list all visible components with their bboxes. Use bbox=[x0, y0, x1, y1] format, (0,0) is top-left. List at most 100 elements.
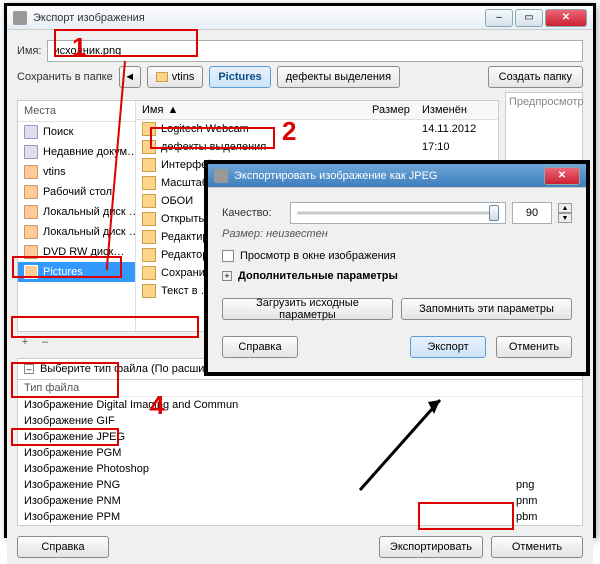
place-item[interactable]: Локальный диск … bbox=[18, 202, 135, 222]
quality-value-input[interactable] bbox=[512, 202, 552, 224]
filetype-ext bbox=[516, 399, 576, 411]
col-date[interactable]: Изменён bbox=[422, 104, 492, 116]
jpeg-options-dialog: Экспортировать изображение как JPEG ✕ Ка… bbox=[204, 160, 590, 376]
modal-title: Экспортировать изображение как JPEG bbox=[234, 170, 544, 182]
load-defaults-button[interactable]: Загрузить исходные параметры bbox=[222, 298, 393, 320]
filetype-ext bbox=[516, 447, 576, 459]
col-size[interactable]: Размер bbox=[372, 104, 422, 116]
places-panel: Места Поиск Недавние докум… vtins Рабочий с… bbox=[18, 101, 136, 331]
expander-toggle-icon: – bbox=[24, 364, 34, 374]
folder-icon bbox=[142, 284, 156, 298]
add-place-button[interactable]: + bbox=[17, 336, 33, 348]
filetype-ext: png bbox=[516, 479, 576, 491]
modal-cancel-button[interactable]: Отменить bbox=[496, 336, 572, 358]
place-label: Рабочий стол bbox=[43, 186, 112, 198]
path-segment[interactable]: vtins bbox=[147, 66, 204, 88]
filetype-ext: pbm bbox=[516, 511, 576, 523]
filetype-item[interactable]: Изображение PNGpng bbox=[18, 477, 582, 493]
window-title: Экспорт изображения bbox=[33, 12, 485, 24]
file-date: 17:10 bbox=[422, 141, 492, 153]
folder-icon bbox=[142, 212, 156, 226]
place-item[interactable]: Рабочий стол bbox=[18, 182, 135, 202]
place-label: vtins bbox=[43, 166, 66, 178]
filetype-item[interactable]: Изображение Digital Imaging and Commun bbox=[18, 397, 582, 413]
type-header-name: Тип файла bbox=[24, 382, 576, 394]
place-label: Недавние докум… bbox=[43, 146, 135, 158]
export-button[interactable]: Экспортировать bbox=[379, 536, 483, 558]
remove-place-button[interactable]: – bbox=[37, 336, 53, 348]
more-params-label[interactable]: Дополнительные параметры bbox=[238, 270, 398, 282]
filetype-name: Изображение PPM bbox=[24, 511, 516, 523]
spin-down-button[interactable]: ▼ bbox=[558, 213, 572, 223]
preview-checkbox[interactable] bbox=[222, 250, 234, 262]
folder-icon bbox=[142, 266, 156, 280]
filetype-item[interactable]: Изображение GIF bbox=[18, 413, 582, 429]
place-item[interactable]: vtins bbox=[18, 162, 135, 182]
sort-asc-icon: ▲ bbox=[167, 104, 178, 116]
filetype-item[interactable]: Изображение PGM bbox=[18, 445, 582, 461]
place-item[interactable]: Недавние докум… bbox=[18, 142, 135, 162]
file-date: 14.11.2012 bbox=[422, 123, 492, 135]
modal-titlebar[interactable]: Экспортировать изображение как JPEG ✕ bbox=[208, 164, 586, 188]
save-defaults-button[interactable]: Запомнить эти параметры bbox=[401, 298, 572, 320]
file-item[interactable]: Logitech Webcam14.11.2012 bbox=[136, 120, 498, 138]
help-button[interactable]: Справка bbox=[17, 536, 109, 558]
filetype-item[interactable]: Изображение PPMpbm bbox=[18, 509, 582, 525]
folder-icon bbox=[24, 225, 38, 239]
slider-thumb[interactable] bbox=[489, 205, 499, 221]
filetype-ext bbox=[516, 415, 576, 427]
filetype-item[interactable]: Изображение Photoshop bbox=[18, 461, 582, 477]
folder-icon bbox=[142, 248, 156, 262]
app-icon bbox=[214, 169, 228, 183]
filetype-name: Изображение PNM bbox=[24, 495, 516, 507]
place-label: Локальный диск … bbox=[43, 206, 135, 218]
folder-icon bbox=[24, 205, 38, 219]
path-segment-current[interactable]: Pictures bbox=[209, 66, 270, 88]
filetype-item[interactable]: Изображение PNMpnm bbox=[18, 493, 582, 509]
place-item[interactable]: DVD RW диск… bbox=[18, 242, 135, 262]
spin-up-button[interactable]: ▲ bbox=[558, 203, 572, 213]
folder-icon bbox=[24, 265, 38, 279]
close-button[interactable]: ✕ bbox=[545, 9, 587, 27]
place-item[interactable]: Локальный диск … bbox=[18, 222, 135, 242]
file-item[interactable]: дефекты выделения17:10 bbox=[136, 138, 498, 156]
filename-input[interactable] bbox=[47, 40, 583, 62]
more-params-toggle-icon[interactable]: + bbox=[222, 271, 232, 281]
places-header: Места bbox=[18, 101, 135, 122]
folder-icon bbox=[24, 245, 38, 259]
filesize-label: Размер: неизвестен bbox=[222, 228, 328, 240]
titlebar[interactable]: Экспорт изображения – ▭ ✕ bbox=[7, 6, 593, 30]
filetype-item[interactable]: Изображение JPEG bbox=[18, 429, 582, 445]
path-segment[interactable]: дефекты выделения bbox=[277, 66, 400, 88]
folder-icon bbox=[24, 165, 38, 179]
save-in-label: Сохранить в папке bbox=[17, 71, 113, 83]
maximize-button[interactable]: ▭ bbox=[515, 9, 543, 27]
cancel-button[interactable]: Отменить bbox=[491, 536, 583, 558]
filetype-name: Изображение PNG bbox=[24, 479, 516, 491]
modal-export-button[interactable]: Экспорт bbox=[410, 336, 486, 358]
folder-icon bbox=[142, 230, 156, 244]
place-label: Pictures bbox=[43, 266, 83, 278]
quality-slider[interactable] bbox=[290, 202, 506, 224]
path-back-button[interactable]: ◄ bbox=[119, 66, 141, 88]
filetype-name: Изображение PGM bbox=[24, 447, 516, 459]
folder-icon bbox=[24, 125, 38, 139]
modal-help-button[interactable]: Справка bbox=[222, 336, 298, 358]
filetype-name: Изображение GIF bbox=[24, 415, 516, 427]
folder-icon bbox=[142, 158, 156, 172]
folder-icon bbox=[142, 122, 156, 136]
file-list-header[interactable]: Имя▲ Размер Изменён bbox=[136, 101, 498, 120]
filetype-ext bbox=[516, 431, 576, 443]
place-item[interactable]: Поиск bbox=[18, 122, 135, 142]
app-icon bbox=[13, 11, 27, 25]
quality-label: Качество: bbox=[222, 207, 284, 219]
create-folder-button[interactable]: Создать папку bbox=[488, 66, 583, 88]
modal-close-button[interactable]: ✕ bbox=[544, 167, 580, 185]
place-item[interactable]: Pictures bbox=[18, 262, 135, 282]
folder-icon bbox=[142, 140, 156, 154]
preview-label: Предпросмотр bbox=[509, 96, 579, 108]
minimize-button[interactable]: – bbox=[485, 9, 513, 27]
filetype-name: Изображение JPEG bbox=[24, 431, 516, 443]
folder-icon bbox=[142, 194, 156, 208]
col-name[interactable]: Имя▲ bbox=[142, 104, 372, 116]
